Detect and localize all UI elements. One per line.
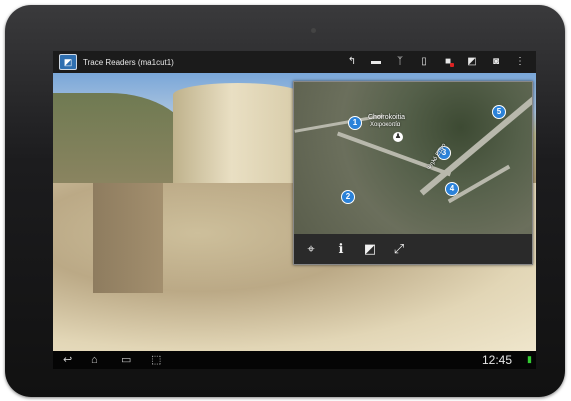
clipboard-icon[interactable]: ▯ [412, 51, 436, 73]
fullscreen-icon[interactable]: ⤢ [390, 240, 408, 258]
antenna-icon[interactable]: ᛉ [388, 51, 412, 73]
info-icon[interactable]: ℹ [332, 240, 350, 258]
ruin-wall [93, 183, 163, 293]
map-pin-1[interactable]: 1 [348, 116, 362, 130]
place-label-local: Χοιροκοιτία [370, 122, 401, 128]
camera-icon[interactable]: ◙ [484, 51, 508, 73]
satellite-map[interactable]: 1 2 3 4 5 Choirokoitia Χοιροκοιτία ♟ Ψηλ… [294, 82, 532, 234]
poi-marker-icon[interactable]: ♟ [393, 132, 403, 142]
action-bar: ◩ Trace Readers (ma1cut1) ↰ ▬ ᛉ ▯ ■ ◩ ◙ … [53, 51, 536, 73]
toolbar-actions: ↰ ▬ ᛉ ▯ ■ ◩ ◙ ⋮ [340, 51, 532, 73]
screen: ◩ Trace Readers (ma1cut1) ↰ ▬ ᛉ ▯ ■ ◩ ◙ … [53, 51, 536, 369]
hillside [53, 93, 193, 183]
map-view-icon[interactable]: ◩ [460, 51, 484, 73]
place-label: Choirokoitia [368, 114, 405, 121]
map-pin-4[interactable]: 4 [445, 182, 459, 196]
map-controls: ⌖ ℹ ◩ ⤢ [294, 234, 532, 264]
map-app-icon[interactable]: ◩ [59, 54, 77, 70]
app-title: Trace Readers (ma1cut1) [83, 57, 174, 67]
screenshot-icon[interactable]: ⬚ [151, 352, 161, 368]
home-icon[interactable]: ⌂ [91, 352, 98, 368]
recent-apps-icon[interactable]: ▭ [121, 352, 131, 368]
route-icon[interactable]: ↰ [340, 51, 364, 73]
status-clock: 12:45 [481, 353, 512, 367]
signal-battery-icon: ▮ [527, 354, 532, 364]
tablet-frame: ◩ Trace Readers (ma1cut1) ↰ ▬ ᛉ ▯ ■ ◩ ◙ … [5, 5, 565, 397]
overflow-menu-icon[interactable]: ⋮ [508, 51, 532, 73]
map-pin-5[interactable]: 5 [492, 105, 506, 119]
map-layer-icon[interactable]: ◩ [361, 240, 379, 258]
folder-icon[interactable]: ▬ [364, 51, 388, 73]
front-camera [311, 28, 316, 33]
locate-icon[interactable]: ⌖ [302, 240, 320, 258]
map-pin-2[interactable]: 2 [341, 190, 355, 204]
map-overlay[interactable]: 1 2 3 4 5 Choirokoitia Χοιροκοιτία ♟ Ψηλ… [293, 81, 533, 265]
back-icon[interactable]: ↩ [63, 352, 72, 368]
marker-flag-icon[interactable]: ■ [436, 51, 460, 73]
system-nav-bar: ↩ ⌂ ▭ ⬚ 12:45 ▮ [53, 351, 536, 369]
